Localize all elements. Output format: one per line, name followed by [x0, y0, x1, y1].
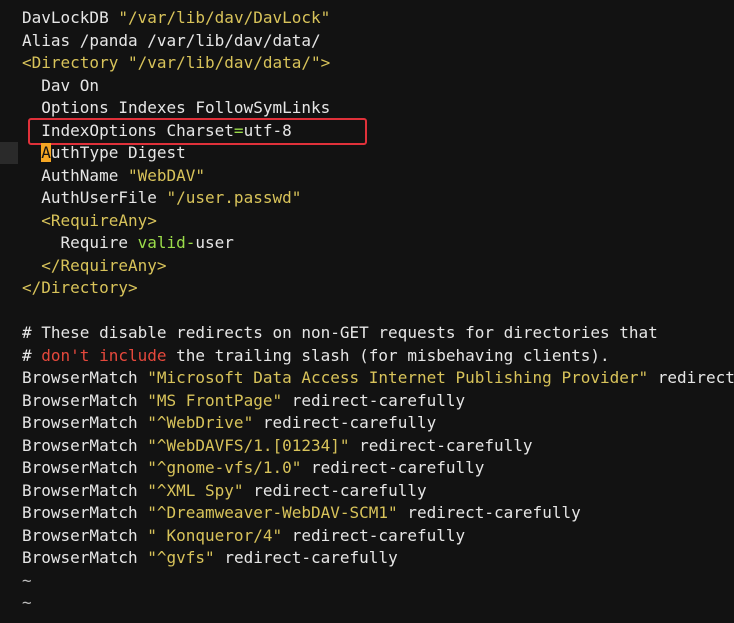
code-line-19[interactable]: BrowserMatch "^WebDrive" redirect-carefu… [22, 412, 734, 435]
line-text: redirect-carefully [657, 368, 734, 387]
directive-keyword: BrowserMatch [22, 458, 138, 477]
string-literal: "/user.passwd" [166, 188, 302, 207]
string-literal: "/var/lib/dav/DavLock" [118, 8, 331, 27]
directive-keyword: AuthUserFile [22, 188, 157, 207]
string-literal: "WebDAV" [127, 165, 206, 185]
line-text: redirect-carefully [291, 525, 466, 545]
code-line-15-comment[interactable]: # These disable redirects on non-GET req… [22, 322, 734, 345]
code-line-9[interactable]: AuthUserFile "/user.passwd" [22, 187, 734, 210]
equals-operator: = [233, 120, 244, 140]
string-literal: "Microsoft Data Access Internet Publishi… [147, 368, 649, 387]
keyword-valid: valid [137, 233, 186, 252]
string-literal: " Konqueror/4" [147, 525, 283, 545]
text-cursor: A [41, 143, 51, 162]
comment-text: # [22, 345, 42, 365]
line-text: Options Indexes FollowSymLinks [22, 98, 331, 117]
code-line-6-indexoptions[interactable]: IndexOptions Charset=utf-8 [22, 120, 734, 143]
line-text: redirect-carefully [359, 435, 533, 455]
line-text: redirect-carefully [262, 413, 437, 432]
code-line-21[interactable]: BrowserMatch "^gnome-vfs/1.0" redirect-c… [22, 457, 734, 480]
directive-keyword: DavLockDB [22, 8, 109, 27]
string-literal: "^gnome-vfs/1.0" [147, 458, 302, 477]
string-literal: "^Dreamweaver-WebDAV-SCM1" [147, 503, 398, 522]
code-line-16-comment[interactable]: # don't include the trailing slash (for … [22, 345, 734, 368]
code-line-4[interactable]: Dav On [22, 75, 734, 98]
code-line-24[interactable]: BrowserMatch " Konqueror/4" redirect-car… [22, 525, 734, 548]
code-line-14-empty[interactable] [22, 300, 734, 323]
tag-requireany-close: </RequireAny> [22, 255, 167, 275]
line-text: redirect-carefully [253, 480, 427, 500]
tilde-marker: ~ [22, 570, 32, 590]
line-text: Require [22, 233, 138, 252]
code-line-1[interactable]: DavLockDB "/var/lib/dav/DavLock" [22, 7, 734, 30]
code-line-25[interactable]: BrowserMatch "^gvfs" redirect-carefully [22, 547, 734, 570]
code-line-10[interactable]: <RequireAny> [22, 210, 734, 233]
vim-editor-window[interactable]: DavLockDB "/var/lib/dav/DavLock" Alias /… [0, 0, 734, 623]
code-line-17[interactable]: BrowserMatch "Microsoft Data Access Inte… [22, 367, 734, 390]
empty-buffer-line: ~ [22, 592, 734, 615]
tilde-marker: ~ [22, 593, 32, 612]
line-text: Alias /panda /var/lib/dav/data/ [22, 30, 321, 50]
line-text: Dav On [22, 75, 100, 95]
tag-close: > [320, 53, 331, 72]
directive-keyword: BrowserMatch [22, 368, 138, 387]
line-text: redirect-carefully [224, 548, 398, 567]
string-literal: "^gvfs" [147, 548, 215, 567]
directive-keyword: IndexOptions Charset [22, 120, 234, 140]
comment-keyword-red: don't include [41, 345, 167, 365]
comment-text: the trailing slash (for misbehaving clie… [166, 345, 610, 365]
line-text: redirect-carefully [311, 458, 485, 477]
code-line-18[interactable]: BrowserMatch "MS FrontPage" redirect-car… [22, 390, 734, 413]
code-line-23[interactable]: BrowserMatch "^Dreamweaver-WebDAV-SCM1" … [22, 502, 734, 525]
directive-keyword: BrowserMatch [22, 503, 138, 522]
comment-text: # These disable redirects on non-GET req… [22, 323, 658, 342]
directive-keyword: AuthName [22, 165, 119, 185]
string-literal: "/var/lib/dav/data/" [127, 53, 321, 72]
code-line-7-authtype[interactable]: AuthType Digest [22, 142, 734, 165]
tag-open: <Directory [22, 53, 119, 72]
code-line-3[interactable]: <Directory "/var/lib/dav/data/"> [22, 52, 734, 75]
string-literal: "^WebDrive" [147, 413, 254, 432]
empty-buffer-line: ~ [22, 570, 734, 593]
code-line-22[interactable]: BrowserMatch "^XML Spy" redirect-careful… [22, 480, 734, 503]
code-buffer[interactable]: DavLockDB "/var/lib/dav/DavLock" Alias /… [22, 7, 734, 615]
charset-value: utf-8 [243, 120, 292, 140]
line-text: redirect-carefully [291, 390, 466, 410]
code-line-20[interactable]: BrowserMatch "^WebDAVFS/1.[01234]" redir… [22, 435, 734, 458]
dash-operator: - [185, 233, 196, 252]
code-line-12[interactable]: </RequireAny> [22, 255, 734, 278]
line-text: user [195, 233, 234, 252]
tag-directory-close: </Directory> [22, 278, 138, 297]
tag-requireany-open: <RequireAny> [22, 210, 157, 230]
line-text: redirect-carefully [407, 503, 581, 522]
line-text: uthType Digest [50, 143, 186, 162]
directive-keyword: BrowserMatch [22, 413, 138, 432]
code-line-11[interactable]: Require valid-user [22, 232, 734, 255]
current-line-gutter-marker [0, 142, 18, 164]
code-line-2[interactable]: Alias /panda /var/lib/dav/data/ [22, 30, 734, 53]
code-line-5[interactable]: Options Indexes FollowSymLinks [22, 97, 734, 120]
string-literal: "^XML Spy" [147, 480, 244, 500]
string-literal: "MS FrontPage" [147, 390, 283, 410]
directive-keyword: BrowserMatch [22, 390, 138, 410]
directive-keyword: BrowserMatch [22, 435, 138, 455]
directive-keyword: BrowserMatch [22, 480, 138, 500]
directive-keyword: BrowserMatch [22, 548, 138, 567]
directive-keyword: BrowserMatch [22, 525, 138, 545]
code-line-13[interactable]: </Directory> [22, 277, 734, 300]
string-literal: "^WebDAVFS/1.[01234]" [147, 435, 350, 455]
code-line-8[interactable]: AuthName "WebDAV" [22, 165, 734, 188]
